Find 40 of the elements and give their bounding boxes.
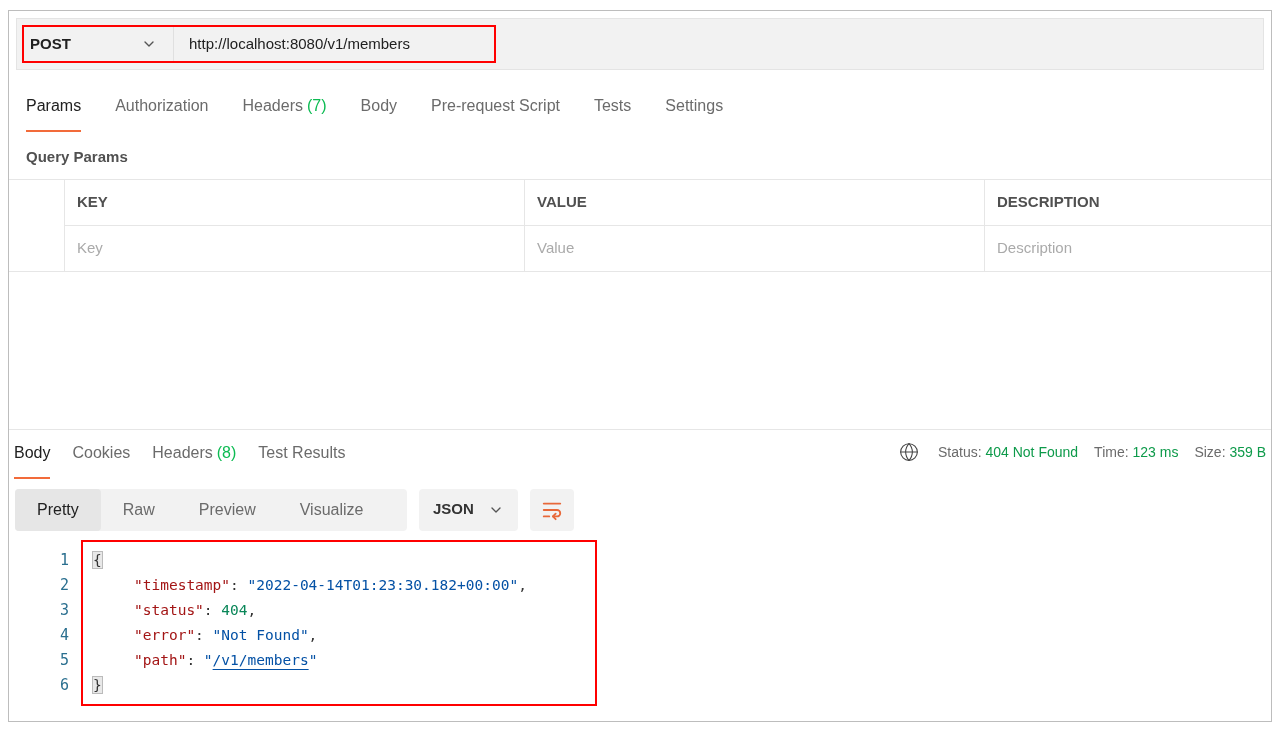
- line-number: 3: [59, 599, 70, 621]
- tab[interactable]: Authorization: [115, 94, 209, 132]
- line-number: 4: [59, 624, 70, 646]
- line-number: 6: [59, 674, 70, 696]
- code-line: "timestamp": "2022-04-14T01:23:30.182+00:00",: [133, 575, 528, 595]
- code-line: "status": 404,: [133, 600, 258, 620]
- table-input-field[interactable]: Value: [537, 236, 972, 260]
- tab[interactable]: Body: [14, 440, 51, 479]
- line-number: 2: [59, 574, 70, 596]
- column-header: DESCRIPTION: [997, 191, 1100, 212]
- tab[interactable]: Pre-request Script: [431, 94, 560, 132]
- globe-icon[interactable]: [899, 442, 919, 462]
- url-field[interactable]: http://localhost:8080/v1/members: [174, 27, 494, 61]
- format-dropdown[interactable]: JSON: [419, 488, 518, 531]
- table-input-field[interactable]: Key: [77, 236, 512, 260]
- section-title: Query Params: [25, 147, 129, 167]
- column-header: VALUE: [537, 191, 587, 212]
- tab[interactable]: Cookies: [72, 440, 131, 479]
- response-stat: Status: 404 Not Found: [938, 442, 1079, 462]
- response-stat: Size: 359 B: [1194, 442, 1266, 462]
- column-header: KEY: [77, 191, 108, 212]
- code-line: "error": "Not Found",: [133, 625, 319, 645]
- tab[interactable]: Headers (8): [152, 440, 237, 479]
- tab[interactable]: Test Results: [258, 440, 346, 479]
- line-number: 1: [59, 549, 70, 571]
- view-mode-tab[interactable]: Preview: [176, 488, 278, 531]
- tab[interactable]: Settings: [665, 94, 724, 132]
- table-input-field[interactable]: Description: [997, 236, 1259, 260]
- method-dropdown[interactable]: POST: [24, 27, 174, 61]
- code-line: "path": "/v1/members": [133, 650, 319, 670]
- wrap-lines-button[interactable]: [529, 488, 574, 531]
- tab[interactable]: Headers (7): [242, 94, 327, 132]
- line-number: 5: [59, 649, 70, 671]
- view-mode-tab[interactable]: Visualize: [277, 488, 386, 531]
- response-stat: Time: 123 ms: [1094, 442, 1179, 462]
- view-mode-tab[interactable]: Pretty: [15, 488, 101, 531]
- view-mode-tab[interactable]: Raw: [100, 488, 177, 531]
- tab[interactable]: Tests: [593, 94, 632, 132]
- tab[interactable]: Params: [26, 94, 82, 132]
- tab[interactable]: Body: [360, 94, 398, 132]
